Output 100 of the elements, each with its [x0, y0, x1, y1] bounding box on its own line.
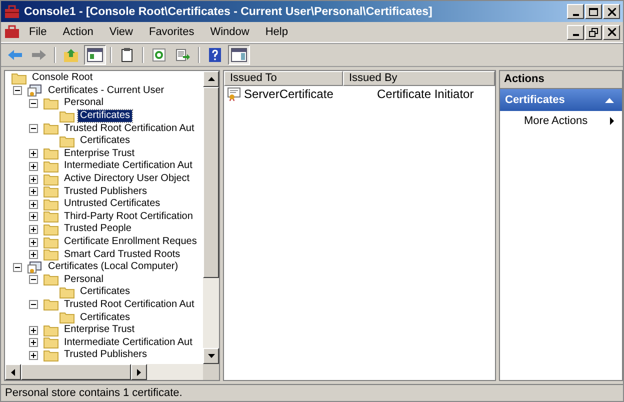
folder-icon — [43, 336, 59, 350]
toolbox-icon[interactable] — [4, 25, 20, 39]
expander-icon[interactable] — [13, 86, 22, 96]
status-text: Personal store contains 1 certificate. — [5, 387, 182, 399]
minimize-button[interactable] — [567, 4, 584, 19]
expander-icon[interactable] — [29, 300, 38, 310]
certificate-icon — [227, 87, 241, 101]
tree-item[interactable]: Certificates — [78, 286, 132, 298]
restore-button[interactable] — [585, 24, 602, 40]
panel-icon — [87, 48, 103, 62]
tree-item[interactable]: Certificates (Local Computer) — [46, 261, 180, 274]
tree-item[interactable]: Trusted Root Certification Aut — [62, 298, 196, 311]
folder-icon — [43, 348, 59, 362]
tree-item[interactable]: Intermediate Certification Aut — [62, 160, 194, 172]
folder-icon — [43, 324, 59, 337]
folder-icon — [43, 96, 59, 110]
expander-icon[interactable] — [29, 238, 38, 247]
left-arrow-icon — [11, 368, 15, 376]
menu-item[interactable]: File — [22, 26, 54, 38]
tree-item[interactable]: Enterprise Trust — [62, 148, 137, 160]
expander-icon[interactable] — [29, 149, 38, 158]
certificate-computer-icon — [27, 84, 43, 98]
scroll-down-button[interactable] — [203, 348, 219, 364]
expander-icon[interactable] — [29, 338, 38, 348]
tree-item[interactable]: Untrusted Certificates — [62, 198, 162, 210]
folder-icon — [43, 172, 59, 186]
expander-icon[interactable] — [29, 212, 38, 222]
menu-item[interactable]: Window — [203, 26, 256, 38]
horizontal-scrollbar[interactable] — [5, 364, 203, 380]
close-icon — [608, 28, 616, 36]
certificate-row[interactable]: ServerCertificate Certificate Initiator — [224, 86, 495, 102]
tree-button[interactable] — [84, 45, 106, 65]
folder-icon — [59, 286, 75, 299]
tree-item[interactable]: Certificates — [78, 110, 132, 122]
folder-icon — [43, 122, 59, 136]
panel-icon — [231, 48, 247, 62]
folder-icon — [43, 210, 59, 224]
actions-header: Actions — [500, 71, 622, 89]
tree-item[interactable]: Trusted Publishers — [62, 186, 149, 198]
actions-section-header[interactable]: Certificates — [500, 89, 622, 111]
tree-item[interactable]: Certificate Enrollment Reques — [62, 236, 199, 248]
expander-icon[interactable] — [29, 250, 38, 260]
expander-icon[interactable] — [29, 98, 38, 108]
column-header[interactable]: Issued By — [343, 71, 495, 86]
column-header[interactable]: Issued To — [224, 71, 343, 86]
expander-icon[interactable] — [29, 187, 38, 196]
folder-icon — [43, 222, 59, 236]
expander-icon[interactable] — [29, 174, 38, 184]
submenu-arrow-icon — [610, 117, 614, 125]
expander-icon[interactable] — [29, 326, 38, 335]
maximize-button[interactable] — [585, 4, 602, 19]
table-cell: Certificate Initiator — [377, 87, 474, 101]
collapse-icon[interactable] — [605, 98, 614, 102]
vertical-scrollbar[interactable] — [203, 71, 219, 364]
tree-item[interactable]: Certificates — [78, 135, 132, 148]
close-button[interactable] — [603, 24, 620, 40]
folder-icon — [43, 298, 59, 312]
expander-icon[interactable] — [29, 350, 38, 360]
minimize-button[interactable] — [567, 24, 584, 40]
scroll-thumb[interactable] — [203, 87, 219, 278]
tree-item[interactable]: Trusted People — [62, 223, 134, 236]
tree-item[interactable]: Personal — [62, 274, 106, 286]
expander-icon[interactable] — [29, 200, 38, 209]
left-arrow-icon — [7, 48, 23, 62]
expander-icon[interactable] — [13, 262, 22, 272]
folder-icon — [11, 72, 27, 85]
action-link[interactable]: More Actions — [524, 115, 588, 127]
tree-item[interactable]: Console Root — [30, 72, 95, 84]
tree-item[interactable]: Certificates - Current User — [46, 84, 166, 97]
minimize-icon — [572, 34, 578, 36]
tree-item[interactable]: Active Directory User Object — [62, 173, 192, 186]
menu-item[interactable]: View — [102, 26, 140, 38]
tree-item[interactable]: Trusted Publishers — [62, 349, 149, 362]
scroll-up-button[interactable] — [203, 71, 219, 87]
tree-item[interactable]: Smart Card Trusted Roots — [62, 248, 182, 261]
tree-item[interactable]: Intermediate Certification Aut — [62, 336, 194, 349]
expander-icon[interactable] — [29, 224, 38, 234]
expander-icon[interactable] — [29, 162, 38, 171]
expander-icon[interactable] — [29, 275, 38, 284]
tree-item[interactable]: Personal — [62, 97, 106, 110]
scroll-right-button[interactable] — [131, 364, 147, 380]
menu-item[interactable]: Help — [258, 26, 295, 38]
expander-icon[interactable] — [29, 124, 38, 134]
tree-item[interactable]: Third-Party Root Certification — [62, 210, 195, 223]
actionpane-button[interactable] — [228, 45, 250, 65]
maximize-icon — [589, 8, 598, 16]
folder-icon — [43, 160, 59, 173]
menu-item[interactable]: Action — [56, 26, 100, 38]
refresh-icon — [151, 48, 167, 62]
scroll-left-button[interactable] — [5, 364, 21, 380]
right-arrow-icon — [31, 48, 47, 62]
close-button[interactable] — [603, 4, 620, 19]
tree-item[interactable]: Trusted Root Certification Aut — [62, 122, 196, 135]
scroll-thumb[interactable] — [21, 364, 131, 380]
folder-icon — [43, 147, 59, 160]
table-cell: ServerCertificate — [244, 87, 334, 101]
tree-item[interactable]: Certificates — [78, 312, 132, 324]
menu-item[interactable]: Favorites — [142, 26, 202, 38]
minimize-icon — [572, 14, 578, 16]
tree-item[interactable]: Enterprise Trust — [62, 324, 137, 336]
